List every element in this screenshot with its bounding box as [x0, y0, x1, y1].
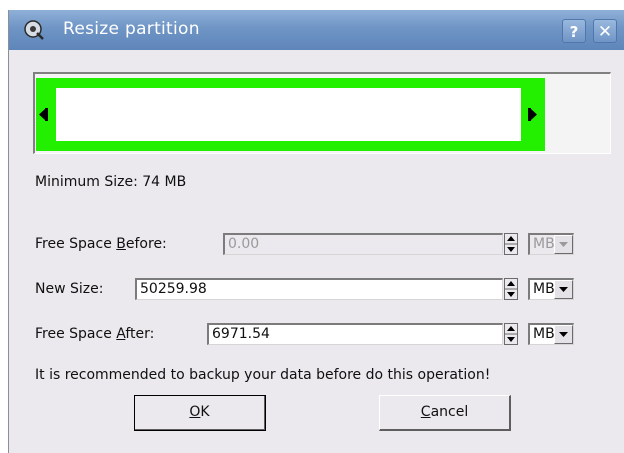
new-size-label: New Size:	[35, 281, 104, 297]
free-space-after-input[interactable]: 6971.54	[207, 323, 503, 345]
resize-right-handle-icon[interactable]	[527, 108, 537, 121]
close-button[interactable]: ✕	[593, 19, 617, 43]
free-space-after-spin-icon[interactable]	[504, 323, 518, 345]
cancel-button[interactable]: Cancel	[379, 395, 511, 431]
free-space-after-unit-select[interactable]: MB	[528, 323, 574, 345]
new-size-spin-icon[interactable]	[504, 278, 518, 300]
title-bar[interactable]: Resize partition ? ✕	[9, 10, 624, 50]
partition-tool-icon	[24, 20, 44, 40]
free-space-before-unit-select[interactable]: MB	[528, 233, 574, 255]
dropdown-arrow-icon[interactable]	[554, 325, 573, 344]
new-size-unit-select[interactable]: MB	[528, 278, 574, 300]
partition-extent[interactable]	[36, 78, 545, 151]
resize-partition-dialog: Resize partition ? ✕ Minimum Size: 74 MB…	[8, 10, 624, 453]
dropdown-arrow-icon[interactable]	[554, 280, 573, 299]
backup-warning-text: It is recommended to backup your data be…	[35, 367, 491, 383]
partition-used-area	[56, 88, 521, 141]
help-icon: ?	[569, 23, 579, 41]
free-space-after-label: Free Space After:	[35, 326, 155, 342]
free-space-before-label: Free Space Before:	[35, 236, 167, 252]
new-size-input[interactable]: 50259.98	[135, 278, 503, 300]
window-title: Resize partition	[63, 19, 200, 39]
ok-button[interactable]: OK	[134, 395, 266, 431]
free-space-before-input[interactable]: 0.00	[223, 233, 503, 255]
help-button[interactable]: ?	[562, 19, 586, 43]
resize-left-handle-icon[interactable]	[39, 108, 49, 121]
minimum-size-label: Minimum Size: 74 MB	[35, 174, 187, 190]
free-space-before-spin-icon[interactable]	[504, 233, 518, 255]
close-icon: ✕	[597, 22, 613, 42]
partition-resize-bar	[33, 72, 611, 154]
dropdown-arrow-icon[interactable]	[554, 235, 573, 254]
